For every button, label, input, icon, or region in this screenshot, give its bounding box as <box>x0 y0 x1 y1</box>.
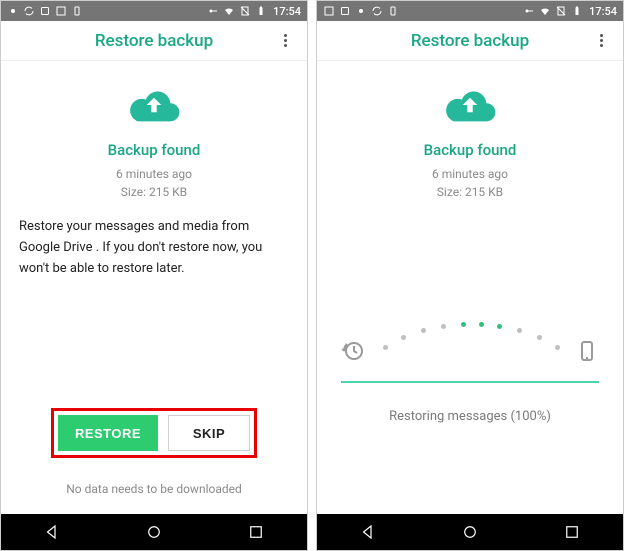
screenshot-icon <box>323 5 335 17</box>
device-icon <box>71 5 83 17</box>
status-time: 17:54 <box>589 5 617 18</box>
status-time: 17:54 <box>273 5 301 18</box>
device-icon <box>387 5 399 17</box>
wifi-icon <box>223 5 235 17</box>
transfer-arc <box>341 321 599 363</box>
screenshot-icon <box>55 5 67 17</box>
backup-size: Size: 215 KB <box>116 183 192 201</box>
key-icon <box>207 5 219 17</box>
explain-text: Restore your messages and media from Goo… <box>1 217 307 279</box>
nav-bar <box>1 514 307 550</box>
backup-found-heading: Backup found <box>424 141 517 159</box>
battery-icon <box>255 5 267 17</box>
backup-time: 6 minutes ago <box>432 165 508 183</box>
status-right-icons: 17:54 <box>207 5 301 18</box>
nav-home-icon[interactable] <box>461 523 479 541</box>
action-buttons-highlight: RESTORE SKIP <box>51 408 257 458</box>
overflow-menu-icon[interactable] <box>591 31 611 51</box>
title-bar: Restore backup <box>317 21 623 61</box>
sync-icon <box>371 5 383 17</box>
nav-bar <box>317 514 623 550</box>
location-icon <box>355 5 367 17</box>
history-clock-icon <box>341 339 365 363</box>
status-left-icons <box>323 5 399 17</box>
no-sim-icon <box>239 5 251 17</box>
app-icon <box>39 5 51 17</box>
status-left-icons <box>7 5 83 17</box>
nav-recent-icon[interactable] <box>247 523 265 541</box>
phone-device-icon <box>575 339 599 363</box>
backup-meta: 6 minutes ago Size: 215 KB <box>432 165 508 201</box>
overflow-menu-icon[interactable] <box>275 31 295 51</box>
key-icon <box>523 5 535 17</box>
progress-area: Restoring messages (100%) <box>317 321 623 424</box>
skip-button[interactable]: SKIP <box>168 415 250 451</box>
backup-meta: 6 minutes ago Size: 215 KB <box>116 165 192 201</box>
content-area: Backup found 6 minutes ago Size: 215 KB … <box>1 61 307 514</box>
progress-bar <box>341 381 599 383</box>
status-bar: 17:54 <box>317 1 623 21</box>
nav-back-icon[interactable] <box>43 523 61 541</box>
screen-title: Restore backup <box>411 31 529 51</box>
app-icon <box>339 5 351 17</box>
cloud-upload-icon <box>441 85 499 125</box>
cloud-upload-icon <box>125 85 183 125</box>
location-icon <box>7 5 19 17</box>
restore-button[interactable]: RESTORE <box>58 415 158 451</box>
wifi-icon <box>539 5 551 17</box>
bottom-note: No data needs to be downloaded <box>1 482 307 496</box>
left-phone-screen: 17:54 Restore backup Backup found 6 minu… <box>0 0 308 551</box>
battery-icon <box>571 5 583 17</box>
backup-size: Size: 215 KB <box>432 183 508 201</box>
backup-time: 6 minutes ago <box>116 165 192 183</box>
nav-home-icon[interactable] <box>145 523 163 541</box>
sync-icon <box>23 5 35 17</box>
progress-text: Restoring messages (100%) <box>389 409 551 424</box>
title-bar: Restore backup <box>1 21 307 61</box>
content-area: Backup found 6 minutes ago Size: 215 KB <box>317 61 623 514</box>
screen-title: Restore backup <box>95 31 213 51</box>
nav-back-icon[interactable] <box>359 523 377 541</box>
status-bar: 17:54 <box>1 1 307 21</box>
backup-found-heading: Backup found <box>108 141 201 159</box>
nav-recent-icon[interactable] <box>563 523 581 541</box>
right-phone-screen: 17:54 Restore backup Backup found 6 minu… <box>316 0 624 551</box>
status-right-icons: 17:54 <box>523 5 617 18</box>
no-sim-icon <box>555 5 567 17</box>
